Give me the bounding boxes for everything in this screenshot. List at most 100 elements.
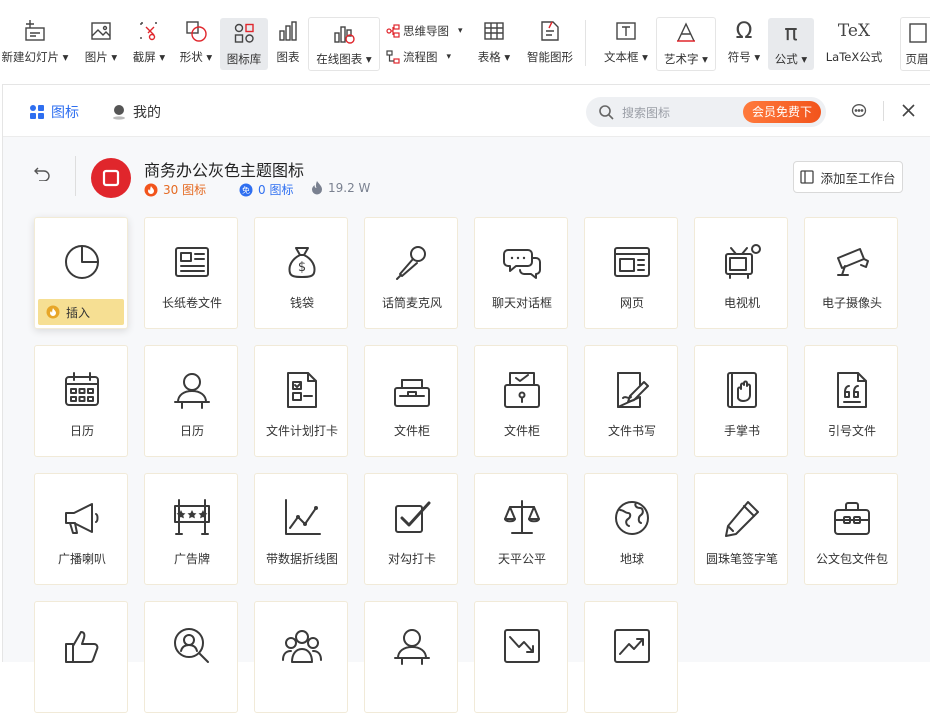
- icon-card[interactable]: 对勾打卡: [364, 473, 458, 585]
- pack-heat: 19.2 W: [311, 181, 370, 195]
- icon-card-label: 文件柜: [503, 424, 540, 438]
- icon-card-label: 文件计划打卡: [265, 424, 338, 438]
- shape-button[interactable]: 形状 ▾: [175, 16, 217, 72]
- vip-free-download-button[interactable]: 会员免费下: [742, 101, 821, 123]
- icon-card[interactable]: 带数据折线图: [254, 473, 348, 585]
- pack-free-count: 免 0 图标: [239, 181, 293, 198]
- icon-card-label: 圆珠笔签字笔: [705, 552, 778, 566]
- latex-button[interactable]: TeX LaTeX公式: [820, 16, 888, 72]
- icon-card[interactable]: 地球: [584, 473, 678, 585]
- flowchart-icon: [386, 50, 400, 64]
- icon-card[interactable]: [34, 601, 128, 713]
- file-checklist-icon: [280, 368, 324, 412]
- symbol-button[interactable]: Ω 符号 ▾: [722, 16, 766, 72]
- pie-chart-icon: [60, 240, 104, 284]
- ribbon-toolbar: 新建幻灯片 ▾ 图片 ▾ 截屏 ▾ 形状 ▾ 图标库 图表 在线图表 ▾ 思维导…: [0, 0, 930, 80]
- wordart-button[interactable]: 艺术字 ▾: [656, 17, 716, 71]
- icon-card[interactable]: 天平公平: [474, 473, 568, 585]
- icon-card[interactable]: 日历: [34, 345, 128, 457]
- symbol-label: 符号 ▾: [727, 50, 761, 64]
- new-slide-button[interactable]: 新建幻灯片 ▾: [0, 16, 70, 72]
- icon-card[interactable]: 聊天对话框: [474, 217, 568, 329]
- icon-card-label: 日历: [179, 424, 204, 438]
- icon-card[interactable]: 文件柜: [474, 345, 568, 457]
- icon-card-label: 日历: [69, 424, 94, 438]
- icon-card[interactable]: 广告牌: [144, 473, 238, 585]
- tab-mine-label: 我的: [133, 105, 161, 121]
- icon-card[interactable]: 引号文件: [804, 345, 898, 457]
- icon-card[interactable]: [584, 601, 678, 713]
- megaphone-icon: [60, 496, 104, 540]
- icon-card[interactable]: 日历: [144, 345, 238, 457]
- icon-card[interactable]: 广播喇叭: [34, 473, 128, 585]
- icon-search-box[interactable]: 搜索图标 会员免费下: [586, 97, 826, 127]
- line-chart-icon: [280, 496, 324, 540]
- svg-text:免: 免: [242, 185, 250, 195]
- quote-file-icon: [830, 368, 874, 412]
- shape-label: 形状 ▾: [179, 50, 213, 64]
- icon-card[interactable]: 文件柜: [364, 345, 458, 457]
- trend-up-icon: [610, 624, 654, 668]
- icon-card[interactable]: 电子摄像头: [804, 217, 898, 329]
- grid-icon: [30, 105, 44, 119]
- icon-library-label: 图标库: [226, 52, 262, 66]
- insert-button[interactable]: 插入: [38, 299, 124, 325]
- mindmap-button[interactable]: 思维导图 ▾: [386, 23, 463, 39]
- icon-card[interactable]: 文件书写: [584, 345, 678, 457]
- icon-card[interactable]: $ 钱袋: [254, 217, 348, 329]
- icon-card[interactable]: [144, 601, 238, 713]
- icon-card[interactable]: 话筒麦克风: [364, 217, 458, 329]
- icon-card[interactable]: [254, 601, 348, 713]
- feedback-icon[interactable]: [851, 103, 867, 119]
- shape-icon: [181, 16, 211, 46]
- icon-card[interactable]: 插入: [34, 217, 128, 329]
- icon-card[interactable]: 电视机: [694, 217, 788, 329]
- icon-card-label: 带数据折线图: [265, 552, 338, 566]
- header-footer-button[interactable]: 页眉: [900, 17, 930, 71]
- webpage-icon: [610, 240, 654, 284]
- textbox-button[interactable]: 文本框 ▾: [600, 16, 652, 72]
- icon-library-icon: [229, 18, 259, 48]
- wordart-label: 艺术字 ▾: [664, 52, 708, 66]
- icon-card-label: 话筒麦克风: [381, 296, 442, 310]
- flame-icon: [312, 181, 322, 195]
- insert-label: 插入: [66, 305, 91, 320]
- trend-down-icon: [500, 624, 544, 668]
- free-badge-icon: 免: [239, 183, 253, 196]
- icon-card[interactable]: [364, 601, 458, 713]
- icon-card[interactable]: 公文包文件包: [804, 473, 898, 585]
- formula-button[interactable]: π 公式 ▾: [768, 18, 814, 70]
- back-arrow-icon[interactable]: [33, 165, 51, 181]
- online-chart-button[interactable]: 在线图表 ▾: [308, 17, 380, 71]
- security-camera-icon: [830, 240, 874, 284]
- person-desk-icon: [390, 624, 434, 668]
- icon-card-label: 天平公平: [497, 552, 546, 566]
- icon-card[interactable]: 手掌书: [694, 345, 788, 457]
- table-button[interactable]: 表格 ▾: [472, 16, 516, 72]
- icon-card[interactable]: 圆珠笔签字笔: [694, 473, 788, 585]
- picture-button[interactable]: 图片 ▾: [80, 16, 122, 72]
- flowchart-label: 流程图: [403, 50, 438, 64]
- tab-icons[interactable]: 图标: [29, 102, 79, 122]
- screenshot-button[interactable]: 截屏 ▾: [128, 16, 170, 72]
- add-to-workspace-button[interactable]: 添加至工作台: [793, 161, 903, 193]
- wordart-icon: [671, 18, 701, 48]
- money-bag-icon: $: [280, 240, 324, 284]
- online-chart-label: 在线图表 ▾: [316, 52, 372, 66]
- icon-card-label: 电视机: [723, 296, 760, 310]
- icon-card[interactable]: 长纸卷文件: [144, 217, 238, 329]
- icon-card[interactable]: 文件计划打卡: [254, 345, 348, 457]
- close-icon[interactable]: [901, 103, 916, 118]
- icon-library-button[interactable]: 图标库: [220, 18, 268, 70]
- ribbon-divider: [585, 20, 586, 66]
- tab-mine[interactable]: 我的: [111, 102, 161, 122]
- chart-button[interactable]: 图表: [272, 16, 304, 72]
- smart-shape-icon: [535, 16, 565, 46]
- smart-shape-button[interactable]: 智能图形: [524, 16, 576, 72]
- flowchart-button[interactable]: 流程图 ▾: [386, 49, 451, 65]
- table-label: 表格 ▾: [477, 50, 511, 64]
- svg-text:$: $: [298, 260, 306, 275]
- icon-card[interactable]: 网页: [584, 217, 678, 329]
- user-icon: [113, 105, 125, 120]
- icon-card[interactable]: [474, 601, 568, 713]
